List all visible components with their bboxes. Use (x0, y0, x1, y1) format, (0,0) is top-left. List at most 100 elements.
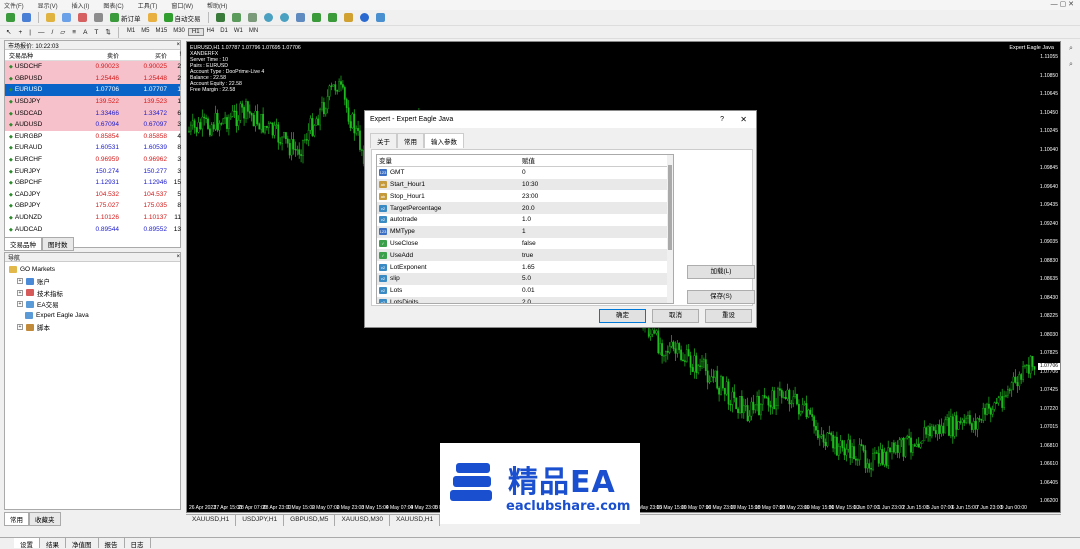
navigator-button[interactable] (76, 12, 89, 24)
arrows-tool[interactable]: ⇅ (103, 26, 112, 38)
menu-item[interactable]: 显示(V) (38, 1, 58, 10)
timeframe-m1[interactable]: M1 (124, 28, 138, 36)
templates-button[interactable] (374, 12, 387, 24)
periods-button[interactable] (358, 12, 371, 24)
profiles-button[interactable] (20, 12, 33, 24)
navigator-tab[interactable]: 常用 (4, 512, 29, 526)
zoom-icon[interactable]: ⌕ (1069, 61, 1073, 69)
input-value[interactable]: true (522, 252, 670, 259)
reset-button[interactable]: 重设 (705, 309, 752, 323)
market-watch-row[interactable]: EURGBP 0.85854 0.85858 4 (5, 131, 181, 143)
tester-tab[interactable]: 设置 (14, 538, 40, 549)
market-watch-row[interactable]: CADJPY 104.532 104.537 5 (5, 189, 181, 201)
input-row[interactable]: ab Start_Hour1 10:30 (377, 178, 673, 191)
navigator-item[interactable]: GO Markets (5, 264, 180, 276)
expand-icon[interactable]: + (17, 289, 23, 296)
market-watch-row[interactable]: AUDCAD 0.89544 0.89552 13 (5, 223, 181, 235)
col-symbol[interactable]: 交易品种 (9, 51, 71, 60)
zoom-out-button[interactable] (278, 12, 291, 24)
input-row[interactable]: ✓ UseAdd true (377, 249, 673, 262)
input-row[interactable]: v2 autotrade 1.0 (377, 214, 673, 226)
label-tool[interactable]: T (92, 26, 100, 38)
input-value[interactable]: 0 (522, 169, 670, 176)
navigator-item[interactable]: + 账户 (5, 276, 180, 288)
timeframe-h1[interactable]: H1 (187, 28, 204, 36)
new-order-button[interactable]: 新订单 (108, 12, 143, 24)
expand-icon[interactable]: + (17, 301, 23, 308)
input-value[interactable]: 1 (522, 228, 670, 235)
line-chart-button[interactable] (246, 12, 259, 24)
chart-tab[interactable]: XAUUSD,H1 (390, 515, 441, 526)
market-watch-row[interactable]: USDCHF 0.90023 0.90025 2 (5, 61, 181, 73)
col-spread[interactable]: ! (167, 52, 181, 58)
scroll-thumb[interactable] (668, 165, 672, 250)
timeframe-mn[interactable]: MN (246, 28, 261, 36)
input-row[interactable]: 123 GMT 0 (377, 167, 673, 179)
text-tool[interactable]: A (81, 26, 89, 38)
menu-item[interactable]: 窗口(W) (171, 1, 193, 10)
new-chart-button[interactable] (4, 12, 17, 24)
market-watch-tab[interactable]: 交易品种 (4, 237, 42, 251)
menu-item[interactable]: 工具(T) (138, 1, 158, 10)
chart-tab[interactable]: XAUUSD,M30 (335, 515, 390, 526)
input-row[interactable]: v2 TargetPercentage 20.0 (377, 202, 673, 214)
market-watch-row[interactable]: EURCHF 0.96959 0.96962 3 (5, 154, 181, 166)
menu-item[interactable]: 插入(I) (72, 1, 90, 10)
crosshair-tool[interactable]: + (16, 26, 24, 38)
col-variable[interactable]: 变量 (377, 155, 522, 165)
input-value[interactable]: 1.0 (522, 216, 670, 223)
timeframe-m30[interactable]: M30 (170, 28, 188, 36)
bar-chart-button[interactable] (214, 12, 227, 24)
dialog-tab[interactable]: 输入参数 (424, 133, 464, 148)
navigator-tab[interactable]: 收藏夹 (29, 512, 61, 526)
market-watch-row[interactable]: USDCAD 1.33466 1.33472 6 (5, 107, 181, 119)
fibo-tool[interactable]: ≡ (70, 26, 78, 38)
market-watch-tab[interactable]: 图时数 (42, 237, 74, 251)
timeframe-m5[interactable]: M5 (138, 28, 152, 36)
save-button[interactable]: 保存(S) (687, 290, 755, 304)
terminal-button[interactable] (92, 12, 105, 24)
tester-tab[interactable]: 结果 (40, 538, 66, 549)
input-row[interactable]: v2 slip 5.0 (377, 272, 673, 285)
input-value[interactable]: 20.0 (522, 205, 670, 212)
trendline-tool[interactable]: / (49, 26, 55, 38)
navigator-item[interactable]: + EA交易 (5, 299, 180, 311)
menu-item[interactable]: 帮助(H) (207, 1, 227, 10)
market-watch-row[interactable]: EURJPY 150.274 150.277 3 (5, 165, 181, 177)
market-watch-row[interactable]: AUDUSD 0.67094 0.67097 3 (5, 118, 181, 131)
tester-tab[interactable]: 日志 (125, 538, 151, 549)
zoom-in-button[interactable] (262, 12, 275, 24)
chart-tab[interactable]: XAUUSD,H1 (186, 515, 237, 526)
chart-shift-button[interactable] (326, 12, 339, 24)
input-row[interactable]: ab Stop_Hour1 23:00 (377, 190, 673, 202)
market-watch-row[interactable]: AUDNZD 1.10126 1.10137 11 (5, 212, 181, 224)
inputs-scrollbar[interactable] (667, 155, 673, 303)
col-bid[interactable]: 卖价 (71, 51, 119, 60)
input-value[interactable]: 0.01 (522, 287, 670, 294)
ok-button[interactable]: 确定 (599, 309, 646, 323)
chart-tab[interactable]: GBPUSD,M5 (284, 515, 336, 526)
market-watch-row[interactable]: EURUSD 1.07706 1.07707 1 (5, 84, 181, 96)
menu-item[interactable]: 图表(C) (103, 1, 123, 10)
input-value[interactable]: 5.0 (522, 275, 670, 282)
input-row[interactable]: ✓ UseClose false (377, 238, 673, 250)
market-watch-row[interactable]: GBPUSD 1.25446 1.25448 2 (5, 72, 181, 85)
zoom-icon[interactable]: ⌕ (1069, 45, 1073, 53)
auto-trading-button[interactable]: 自动交易 (162, 12, 203, 24)
timeframe-m15[interactable]: M15 (153, 28, 171, 36)
menu-item[interactable]: 文件(F) (4, 1, 24, 10)
market-watch-row[interactable]: EURAUD 1.60531 1.60539 8 (5, 142, 181, 154)
expand-icon[interactable]: + (17, 324, 23, 331)
input-row[interactable]: 123 MMType 1 (377, 225, 673, 238)
timeframe-d1[interactable]: D1 (217, 28, 231, 36)
tester-tab[interactable]: 净值图 (66, 538, 99, 549)
input-row[interactable]: v2 LotExponent 1.65 (377, 261, 673, 273)
chart-tab[interactable]: USDJPY,H1 (236, 515, 285, 526)
data-window-button[interactable] (60, 12, 73, 24)
market-watch-button[interactable] (44, 12, 57, 24)
tile-windows-button[interactable] (294, 12, 307, 24)
tester-tab[interactable]: 报告 (99, 538, 125, 549)
horizontal-line-tool[interactable]: — (36, 26, 47, 38)
input-value[interactable]: 2.0 (522, 299, 670, 303)
expand-icon[interactable]: + (17, 278, 23, 285)
